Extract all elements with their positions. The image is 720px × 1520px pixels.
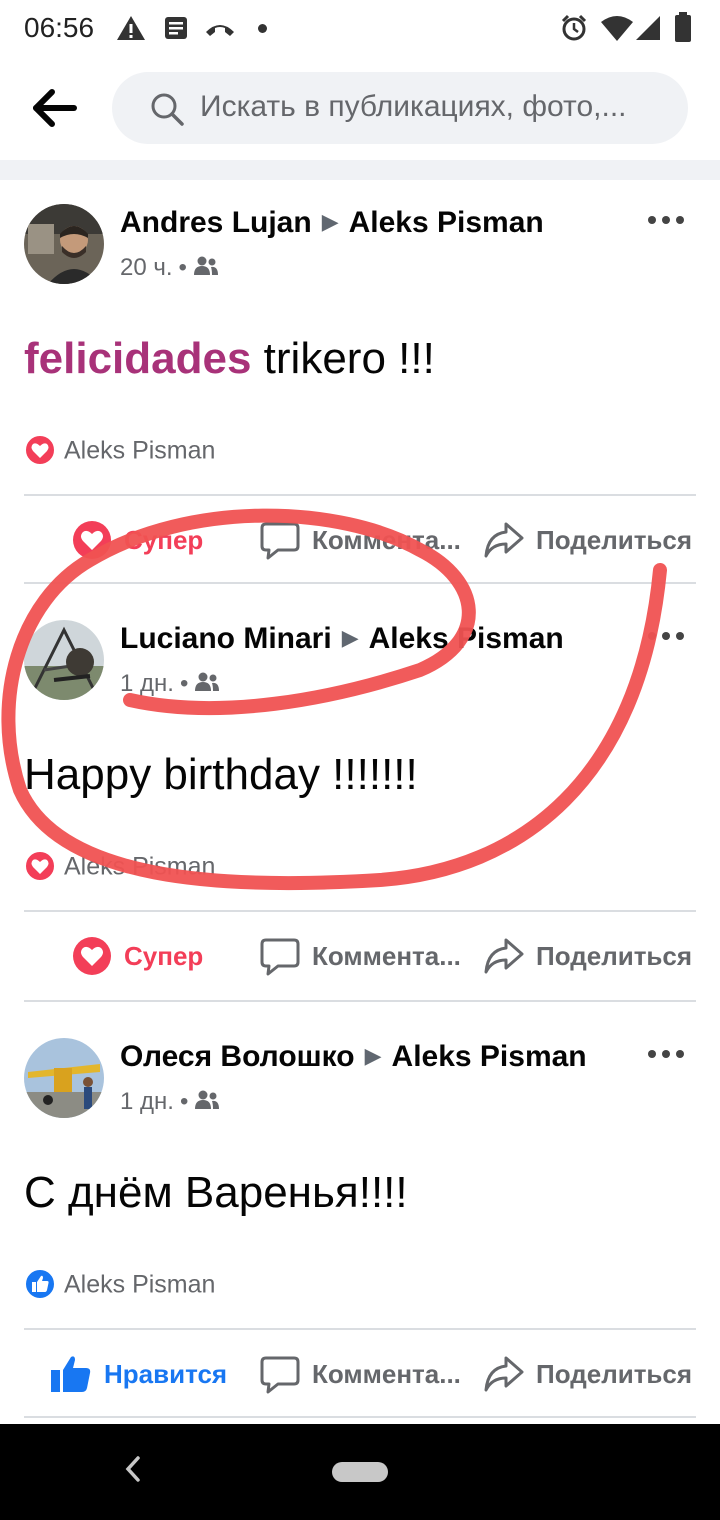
post-author[interactable]: Andres Lujan bbox=[120, 206, 312, 239]
reactions-summary[interactable]: Aleks Pisman bbox=[24, 850, 216, 884]
divider bbox=[24, 1416, 696, 1418]
post-text-body: trikero !!! bbox=[251, 334, 435, 383]
post-text: С днём Варенья!!!! bbox=[24, 1168, 408, 1217]
post-time[interactable]: 20 ч. bbox=[120, 254, 173, 281]
post-target[interactable]: Aleks Pisman bbox=[392, 1040, 587, 1073]
reaction-by: Aleks Pisman bbox=[64, 1270, 216, 1299]
love-icon bbox=[24, 434, 56, 466]
like-icon bbox=[51, 1356, 91, 1392]
search-icon bbox=[151, 93, 184, 126]
divider bbox=[24, 1328, 696, 1330]
status-bar: 06:56 bbox=[0, 0, 720, 56]
comment-icon bbox=[260, 522, 300, 560]
comment-icon bbox=[260, 938, 300, 976]
post-card: Олеся Волошко ▶ Aleks Pisman 1 дн. • С днём… bbox=[0, 1014, 720, 1420]
post-card: Luciano Minari ▶ Aleks Pisman 1 дн. • Happy… bbox=[0, 596, 720, 1002]
post-time[interactable]: 1 дн. bbox=[120, 1088, 174, 1115]
like-icon bbox=[24, 1268, 56, 1300]
dot-icon bbox=[258, 24, 267, 33]
comment-icon bbox=[260, 1356, 300, 1394]
react-button[interactable]: Нравится bbox=[50, 1344, 227, 1404]
avatar[interactable] bbox=[24, 620, 104, 700]
comment-button[interactable]: Коммента... bbox=[260, 1344, 461, 1404]
react-button[interactable]: Супер bbox=[72, 926, 203, 986]
alarm-icon bbox=[561, 14, 587, 41]
react-label: Нравится bbox=[104, 1358, 228, 1389]
back-button[interactable] bbox=[30, 84, 82, 132]
message-icon bbox=[165, 17, 187, 39]
post-text: felicidades trikero !!! bbox=[24, 334, 435, 384]
more-options-icon[interactable] bbox=[646, 1044, 686, 1068]
back-arrow-icon bbox=[33, 89, 77, 127]
share-icon bbox=[484, 1356, 524, 1392]
signal-icon bbox=[636, 16, 660, 40]
share-icon bbox=[484, 938, 524, 974]
divider bbox=[24, 910, 696, 912]
post-target[interactable]: Aleks Pisman bbox=[349, 206, 544, 239]
post-author-line: Luciano Minari ▶ Aleks Pisman bbox=[120, 622, 564, 656]
love-icon bbox=[73, 937, 111, 975]
love-icon bbox=[24, 850, 56, 882]
comment-label: Коммента... bbox=[312, 940, 461, 971]
search-placeholder: Искать в публикациях, фото,... bbox=[200, 90, 627, 123]
more-options-icon[interactable] bbox=[646, 626, 686, 650]
share-label: Поделиться bbox=[536, 940, 693, 971]
avatar[interactable] bbox=[24, 1038, 104, 1118]
reaction-by: Aleks Pisman bbox=[64, 852, 216, 881]
post-card: Andres Lujan ▶ Aleks Pisman 20 ч. • felicid… bbox=[0, 180, 720, 584]
post-author[interactable]: Luciano Minari bbox=[120, 622, 332, 655]
react-button[interactable]: Супер bbox=[72, 510, 203, 570]
nav-back-icon[interactable] bbox=[122, 1454, 142, 1484]
arrow-right-icon: ▶ bbox=[364, 1043, 382, 1068]
warning-icon bbox=[117, 16, 145, 40]
divider bbox=[24, 1000, 696, 1002]
more-options-icon[interactable] bbox=[646, 210, 686, 234]
friends-icon bbox=[193, 256, 218, 275]
friends-icon bbox=[195, 1090, 220, 1109]
share-button[interactable]: Поделиться bbox=[484, 926, 692, 986]
status-time: 06:56 bbox=[24, 12, 95, 43]
post-target[interactable]: Aleks Pisman bbox=[369, 622, 564, 655]
reactions-summary[interactable]: Aleks Pisman bbox=[24, 1268, 216, 1302]
post-time[interactable]: 1 дн. bbox=[120, 670, 174, 697]
post-meta: 1 дн. • bbox=[120, 670, 220, 698]
comment-button[interactable]: Коммента... bbox=[260, 926, 461, 986]
reaction-by: Aleks Pisman bbox=[64, 436, 216, 465]
feed-separator bbox=[0, 160, 720, 180]
post-text: Happy birthday !!!!!!! bbox=[24, 750, 418, 799]
divider bbox=[24, 582, 696, 584]
share-label: Поделиться bbox=[536, 1358, 693, 1389]
post-text-highlight[interactable]: felicidades bbox=[24, 334, 251, 383]
comment-label: Коммента... bbox=[312, 524, 461, 555]
share-label: Поделиться bbox=[536, 524, 693, 555]
comment-label: Коммента... bbox=[312, 1358, 461, 1389]
post-meta: 20 ч. • bbox=[120, 254, 219, 282]
react-label: Супер bbox=[124, 940, 204, 971]
battery-icon bbox=[675, 12, 691, 42]
love-icon bbox=[73, 521, 111, 559]
post-author[interactable]: Олеся Волошко bbox=[120, 1040, 355, 1073]
avatar[interactable] bbox=[24, 204, 104, 284]
share-button[interactable]: Поделиться bbox=[484, 510, 692, 570]
divider bbox=[24, 494, 696, 496]
post-author-line: Олеся Волошко ▶ Aleks Pisman bbox=[120, 1040, 587, 1074]
arrow-right-icon: ▶ bbox=[341, 625, 359, 650]
search-header: Искать в публикациях, фото,... bbox=[0, 56, 720, 162]
react-label: Супер bbox=[124, 524, 204, 555]
missed-call-icon bbox=[206, 25, 234, 36]
post-author-line: Andres Lujan ▶ Aleks Pisman bbox=[120, 206, 544, 240]
comment-button[interactable]: Коммента... bbox=[260, 510, 461, 570]
search-input[interactable]: Искать в публикациях, фото,... bbox=[112, 72, 688, 144]
reactions-summary[interactable]: Aleks Pisman bbox=[24, 434, 216, 468]
share-icon bbox=[484, 522, 524, 558]
post-meta: 1 дн. • bbox=[120, 1088, 220, 1116]
share-button[interactable]: Поделиться bbox=[484, 1344, 692, 1404]
friends-icon bbox=[195, 672, 220, 691]
home-pill-icon[interactable] bbox=[332, 1462, 388, 1482]
wifi-icon bbox=[601, 16, 633, 41]
arrow-right-icon: ▶ bbox=[321, 209, 339, 234]
navigation-bar bbox=[0, 1424, 720, 1520]
